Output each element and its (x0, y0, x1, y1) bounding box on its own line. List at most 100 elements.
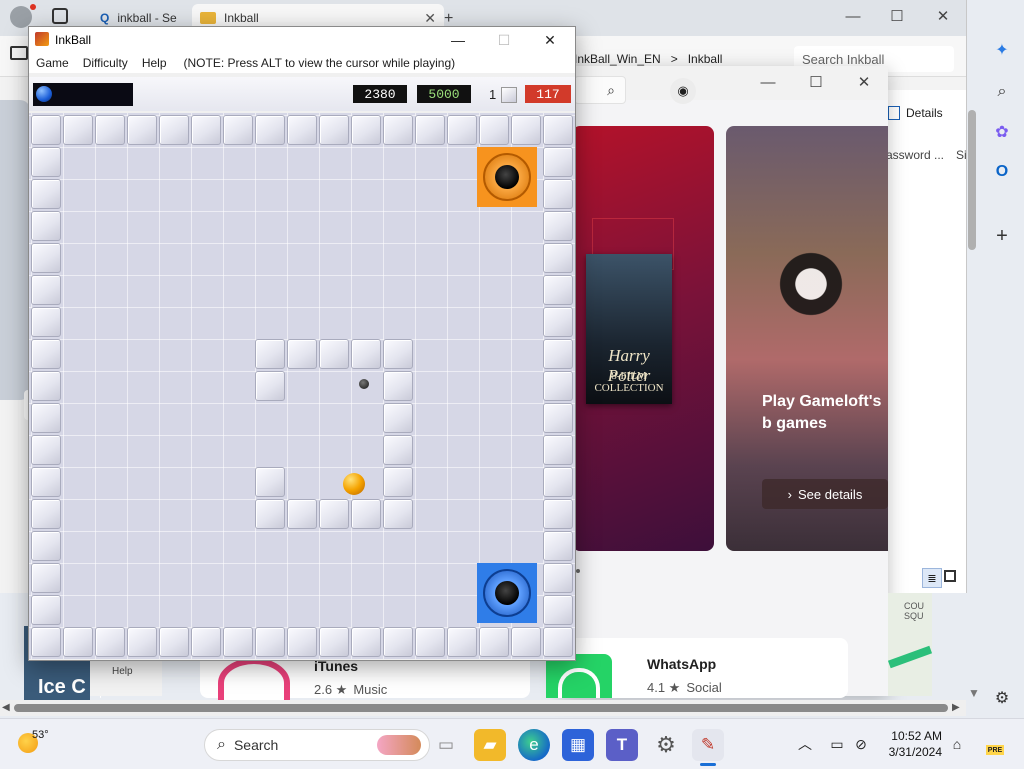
game-board[interactable] (29, 113, 575, 659)
inkball-scorebar: 2380 5000 1 117 (29, 77, 575, 111)
promo-game-card[interactable]: Play Gameloft's b games › See details (726, 126, 888, 551)
inkball-menubar: Game Difficulty Help (NOTE: Press ALT to… (29, 53, 575, 73)
browser-vertical-scrollbar[interactable] (968, 110, 976, 250)
add-icon[interactable]: + (990, 224, 1014, 248)
inkball-close-button[interactable]: ✕ (527, 27, 573, 53)
folder-nav-icon[interactable] (10, 46, 28, 60)
menu-game[interactable]: Game (29, 56, 76, 70)
tab-actions-icon[interactable] (52, 8, 68, 24)
weather-temp[interactable]: 53° (32, 729, 49, 741)
menu-difficulty[interactable]: Difficulty (76, 56, 135, 70)
upcoming-balls-tray (33, 83, 133, 106)
wall-tile (31, 627, 61, 657)
details-panel: Details assword ... Si ≣ (886, 90, 967, 593)
store-search-box[interactable]: ⌕ (574, 76, 626, 104)
wall-tile (543, 531, 573, 561)
chevron-up-icon[interactable]: ︿ (794, 733, 816, 755)
notifications-icon[interactable]: ⌂ (946, 733, 968, 755)
whatsapp-meta: 4.1 ★ Social (647, 680, 722, 695)
network-icon[interactable]: ⊘ (850, 733, 872, 755)
wall-tile (351, 627, 381, 657)
wall-tile (511, 627, 541, 657)
carousel-dot[interactable] (576, 569, 580, 573)
outlook-icon[interactable]: O (990, 160, 1014, 184)
wall-tile (223, 115, 253, 145)
store-icon[interactable]: ▦ (562, 729, 594, 761)
notification-dot (30, 4, 36, 10)
inkball-title: InkBall (55, 33, 92, 47)
wall-tile (383, 499, 413, 529)
wall-tile (255, 339, 285, 369)
itunes-meta: 2.6 ★ Music (314, 682, 388, 697)
system-clock[interactable]: 10:52 AM 3/31/2024 (880, 728, 942, 760)
wall-tile (31, 531, 61, 561)
menu-help[interactable]: Help (135, 56, 174, 70)
teams-icon[interactable]: T (606, 729, 638, 761)
edge-icon[interactable]: e (518, 729, 550, 761)
taskbar: 53° ⌕ Search ▭ ▰ e ▦ T ⚙ ✎ ︿ ▭ ⊘ 10:52 A… (0, 718, 1024, 769)
wall-tile (351, 499, 381, 529)
scrollbar-thumb[interactable] (14, 704, 948, 712)
inkball-icon[interactable]: ✎ (692, 729, 724, 761)
details-view-icon[interactable]: ≣ (922, 568, 942, 588)
wall-tile (31, 211, 61, 241)
wall-tile (543, 563, 573, 593)
wall-tile (415, 627, 445, 657)
wall-tile (255, 627, 285, 657)
store-close-button[interactable]: ✕ (844, 66, 884, 98)
wall-tile (383, 435, 413, 465)
scroll-right-arrow[interactable]: ▶ (952, 702, 960, 713)
promo-movie-card[interactable]: Harry Potter 8-FILM COLLECTION (572, 126, 714, 551)
profile-avatar[interactable] (10, 6, 32, 28)
goal-display: 5000 (417, 85, 471, 103)
wall-tile (383, 627, 413, 657)
wall-tile (319, 627, 349, 657)
wall-tile (319, 115, 349, 145)
wall-tile (31, 371, 61, 401)
inkball-minimize-button[interactable]: — (435, 27, 481, 53)
see-details-button[interactable]: › See details (762, 479, 888, 509)
desktop-sidebar-strip (0, 100, 30, 400)
wall-tile (543, 499, 573, 529)
tab-close-icon[interactable]: ✕ (424, 10, 436, 27)
column-password[interactable]: assword ... (886, 148, 944, 162)
scroll-left-arrow[interactable]: ◀ (2, 702, 10, 713)
copilot-icon[interactable]: ✦ (990, 38, 1014, 62)
app-card-whatsapp[interactable]: WhatsApp 4.1 ★ Social (546, 638, 848, 698)
column-size[interactable]: Si (956, 148, 967, 162)
browser-close-button[interactable]: ✕ (920, 0, 966, 32)
scroll-down-arrow[interactable]: ▼ (968, 686, 980, 700)
game-character-art (766, 236, 856, 356)
promo-game-title: Play Gameloft's b games (762, 393, 882, 432)
extensions-icon[interactable]: ✿ (990, 120, 1014, 144)
tiles-view-icon[interactable] (944, 570, 956, 582)
wall-tile (415, 115, 445, 145)
wall-tile (127, 115, 157, 145)
store-minimize-button[interactable]: — (748, 66, 788, 98)
wall-tile (31, 467, 61, 497)
browser-maximize-button[interactable]: ☐ (874, 0, 920, 32)
wall-tile (31, 595, 61, 625)
task-view-icon[interactable]: ▭ (430, 729, 462, 761)
settings-icon[interactable]: ⚙ (990, 686, 1014, 710)
taskbar-search[interactable]: ⌕ Search (204, 729, 430, 761)
wall-tile (255, 115, 285, 145)
wall-tile (383, 371, 413, 401)
inkball-maximize-button[interactable]: ☐ (481, 27, 527, 53)
account-icon[interactable]: ◉ (670, 78, 696, 104)
display-icon[interactable]: ▭ (826, 733, 848, 755)
search-icon[interactable]: ⌕ (990, 80, 1014, 104)
file-explorer-icon[interactable]: ▰ (474, 729, 506, 761)
details-toggle[interactable]: Details (888, 106, 943, 120)
horizontal-scrollbar[interactable]: ◀ ▶ (0, 700, 966, 716)
lives-tile-icon (501, 87, 517, 103)
browser-minimize-button[interactable]: — (830, 0, 876, 32)
inkball-titlebar: InkBall — ☐ ✕ (29, 27, 575, 53)
wall-tile (543, 307, 573, 337)
store-maximize-button[interactable]: ☐ (796, 66, 836, 98)
settings-app-icon[interactable]: ⚙ (650, 729, 682, 761)
wall-tile (543, 147, 573, 177)
folder-icon (200, 12, 216, 24)
wall-tile (255, 499, 285, 529)
wall-tile (479, 115, 509, 145)
